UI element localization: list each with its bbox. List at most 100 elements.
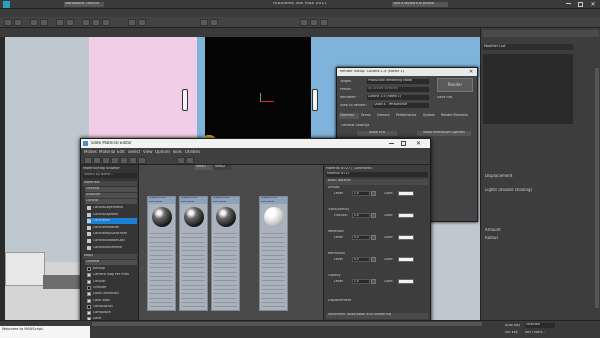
sme-close-button[interactable]: ✕ xyxy=(416,140,424,147)
node-slot[interactable] xyxy=(214,254,237,256)
select-button[interactable] xyxy=(56,19,64,26)
color-swatch[interactable] xyxy=(398,279,414,284)
sme-layout-all-tool[interactable] xyxy=(177,157,185,164)
tab-system[interactable]: System xyxy=(422,113,439,119)
app-icon[interactable] xyxy=(3,1,10,8)
node-slot[interactable] xyxy=(182,284,205,286)
node-header[interactable]: Material #20 CoronaMtl xyxy=(148,197,175,204)
material-name-field[interactable]: Material #727 xyxy=(326,172,428,177)
node-slot[interactable] xyxy=(150,276,173,277)
node-slot[interactable] xyxy=(150,297,173,299)
menu-modes[interactable]: Modes xyxy=(84,150,97,154)
group-maps-general[interactable]: General xyxy=(85,260,137,265)
node-slot[interactable] xyxy=(262,267,285,269)
sme-assign-tool[interactable] xyxy=(102,157,110,164)
list-item[interactable]: CoronaRaySwitchMtl xyxy=(87,231,137,237)
menu-select[interactable]: Select xyxy=(128,150,140,154)
node-slot[interactable] xyxy=(262,276,285,277)
list-item[interactable]: Checker xyxy=(87,285,137,291)
node-slot[interactable] xyxy=(182,288,205,290)
material-node[interactable]: Material #20 CoronaMtl xyxy=(147,196,176,311)
node-slot[interactable] xyxy=(182,237,205,239)
map-slot-button[interactable] xyxy=(371,213,376,218)
preset-dropdown[interactable]: No preset selected xyxy=(367,87,429,92)
material-editor-button[interactable] xyxy=(300,19,308,26)
node-slot[interactable] xyxy=(214,284,237,286)
node-slot[interactable] xyxy=(150,267,173,269)
color-swatch[interactable] xyxy=(398,213,414,218)
node-slot[interactable] xyxy=(262,280,285,282)
node-slot[interactable] xyxy=(214,301,237,303)
node-slot[interactable] xyxy=(214,276,237,277)
node-slot[interactable] xyxy=(182,276,205,277)
node-slot[interactable] xyxy=(262,293,285,295)
node-slot[interactable] xyxy=(214,258,237,260)
browser-search-input[interactable]: Search by Name ... xyxy=(83,173,137,178)
node-slot[interactable] xyxy=(150,254,173,256)
node-slot[interactable] xyxy=(150,250,173,252)
node-slot[interactable] xyxy=(214,250,237,252)
sme-maximize-button[interactable] xyxy=(401,141,406,146)
node-slot[interactable] xyxy=(150,241,173,243)
undo-button[interactable] xyxy=(4,19,12,26)
show-vfb-button[interactable]: Show VFB xyxy=(357,131,397,136)
renderer-dropdown[interactable]: Corona 1.5 (hotfix 1) xyxy=(367,95,429,100)
sme-show-background-tool[interactable] xyxy=(138,157,146,164)
node-slot[interactable] xyxy=(262,301,285,303)
maxscript-listener[interactable]: Welcome to MAXScript. xyxy=(0,326,90,338)
node-slot[interactable] xyxy=(214,297,237,299)
mirror-button[interactable] xyxy=(200,19,208,26)
color-swatch[interactable] xyxy=(398,191,414,196)
node-view[interactable]: View1 View2 Material #20 CoronaMtl Materia… xyxy=(139,165,323,338)
node-slot[interactable] xyxy=(262,284,285,286)
color-swatch[interactable] xyxy=(398,235,414,240)
node-slot[interactable] xyxy=(150,233,173,234)
level-spinner[interactable]: 1,0 xyxy=(352,191,370,196)
scale-button[interactable] xyxy=(102,19,110,26)
sme-layout-children-tool[interactable] xyxy=(186,157,194,164)
node-header[interactable]: Material #21 CoronaMtl xyxy=(180,197,207,204)
node-slot[interactable] xyxy=(214,288,237,290)
node-slot[interactable] xyxy=(214,267,237,269)
node-header[interactable]: Material #23 CoronaMtl xyxy=(260,197,287,204)
map-slot-button[interactable] xyxy=(371,235,376,240)
node-header[interactable]: Material #22 CoronaMtl xyxy=(212,197,239,204)
list-item[interactable]: Composite xyxy=(87,310,137,316)
level-spinner[interactable]: 0,0 xyxy=(352,235,370,240)
node-slot[interactable] xyxy=(150,306,173,308)
node-slot[interactable] xyxy=(262,297,285,299)
volumetric-rollout[interactable]: Volumetric absorption and scattering xyxy=(326,313,428,319)
node-slot[interactable] xyxy=(150,293,173,295)
sme-minimize-button[interactable] xyxy=(389,143,394,144)
node-slot[interactable] xyxy=(150,301,173,303)
cmd-panel-scrollbar[interactable] xyxy=(595,68,599,308)
list-item[interactable]: Cellular xyxy=(87,279,137,285)
node-slot[interactable] xyxy=(182,233,205,234)
move-button[interactable] xyxy=(82,19,90,26)
node-slot[interactable] xyxy=(262,250,285,252)
workspace-dropdown[interactable]: Workspace: Default xyxy=(64,2,104,7)
view-to-render-dropdown[interactable]: Quad 4 - Perspective xyxy=(373,103,429,108)
node-slot[interactable] xyxy=(214,306,237,308)
node-slot[interactable] xyxy=(214,263,237,265)
key-filters-button[interactable]: Key Filters... xyxy=(525,331,546,334)
node-slot[interactable] xyxy=(262,263,285,265)
tab-performance[interactable]: Performance xyxy=(395,113,421,119)
node-slot[interactable] xyxy=(262,237,285,239)
menu-options[interactable]: Options xyxy=(155,150,170,154)
node-slot[interactable] xyxy=(262,245,285,247)
material-node[interactable]: Material #21 CoronaMtl xyxy=(179,196,208,311)
time-slider[interactable] xyxy=(92,322,482,326)
list-item[interactable]: CoronaPortalMtl xyxy=(87,225,137,231)
menu-material[interactable]: Material xyxy=(99,150,115,154)
node-slot[interactable] xyxy=(150,284,173,286)
node-slot[interactable] xyxy=(182,254,205,256)
menu-utilities[interactable]: Utilities xyxy=(185,150,200,154)
node-slot[interactable] xyxy=(150,288,173,290)
group-scanline[interactable]: Scanline xyxy=(85,193,137,198)
node-slot[interactable] xyxy=(150,237,173,239)
node-slot[interactable] xyxy=(262,288,285,290)
node-slot[interactable] xyxy=(182,271,205,273)
align-button[interactable] xyxy=(210,19,218,26)
node-slot[interactable] xyxy=(262,306,285,308)
